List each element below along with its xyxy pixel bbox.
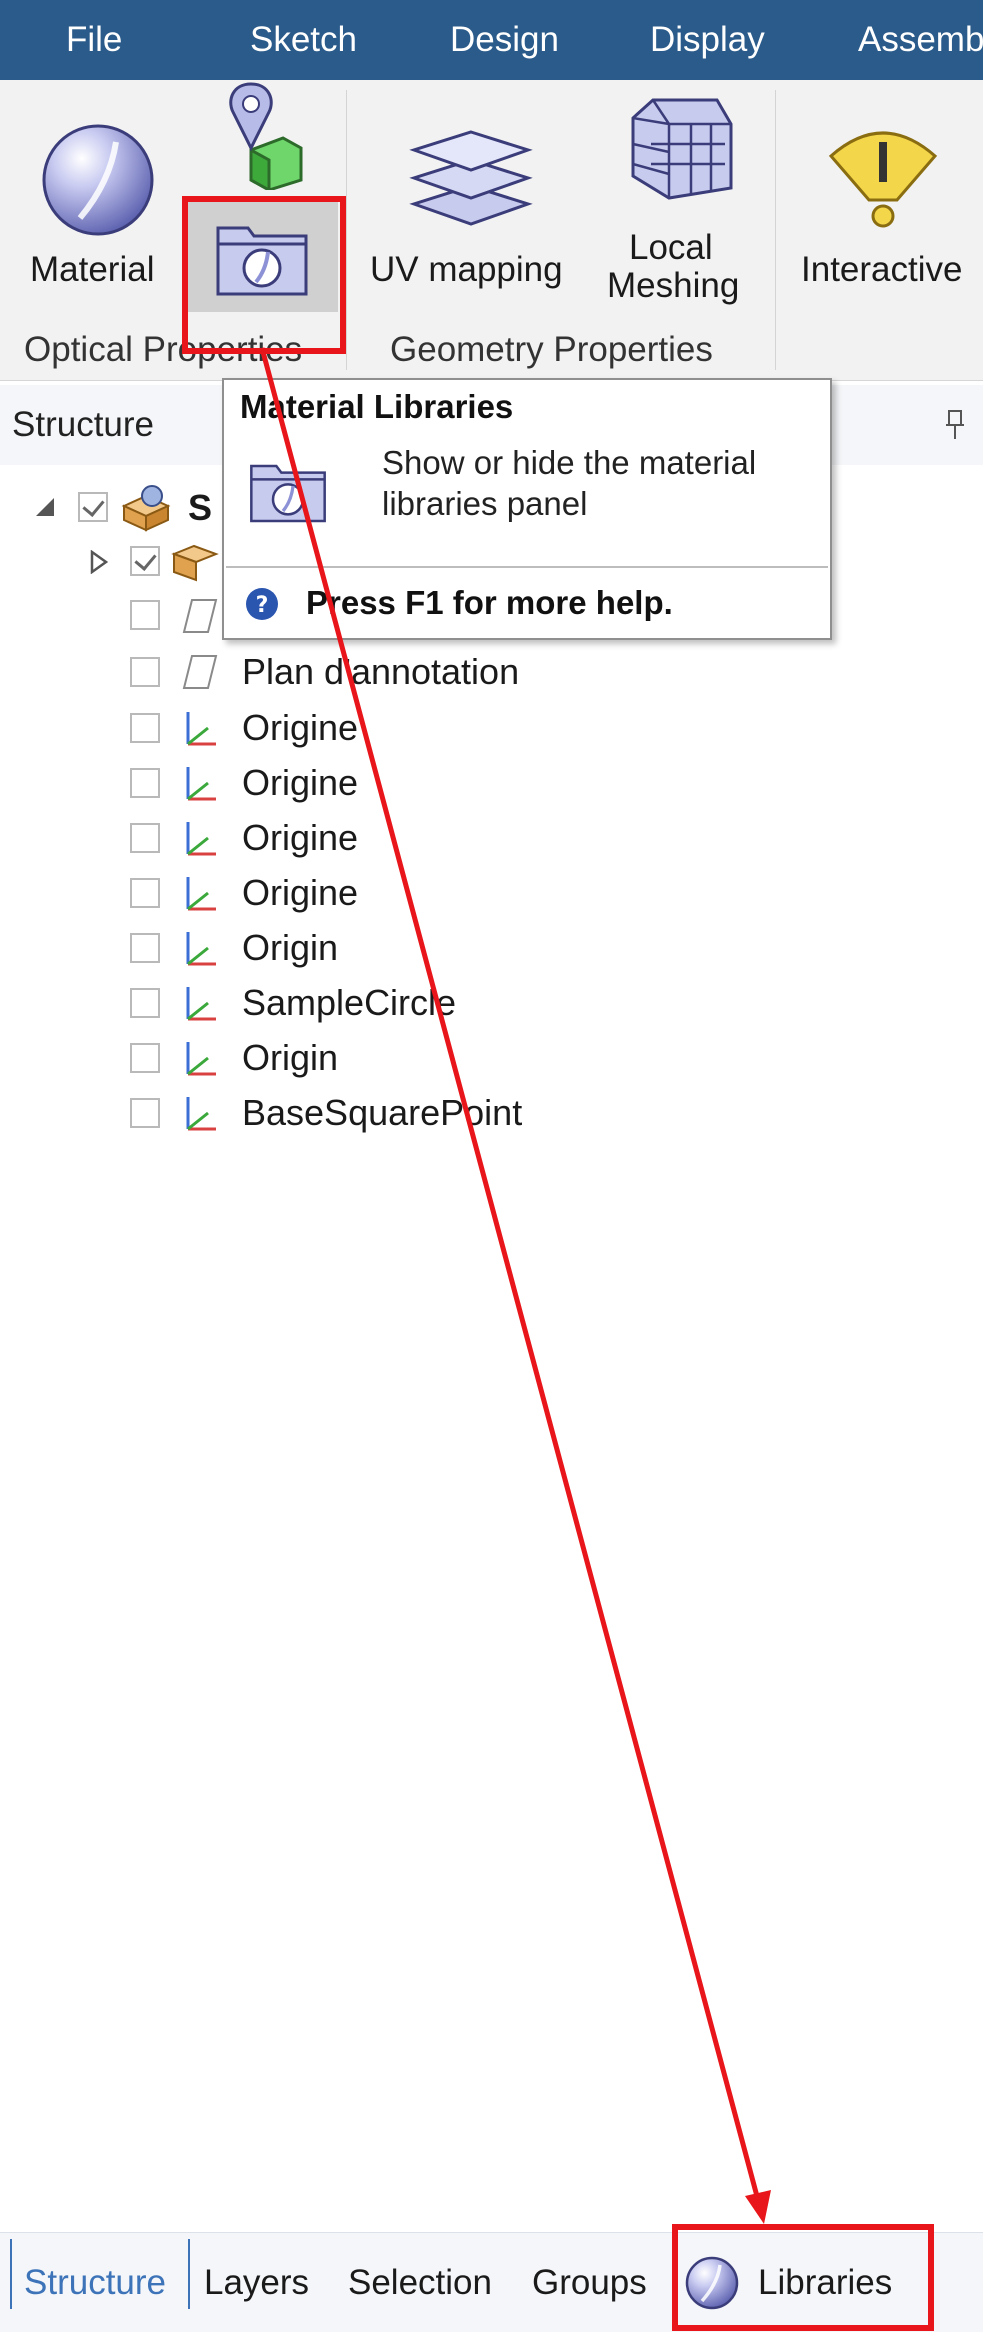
- axis-system-icon: [186, 987, 216, 1021]
- tab-structure[interactable]: Structure: [24, 2263, 166, 2303]
- tree-row[interactable]: Origine: [0, 702, 983, 754]
- tree-row-label: Origine: [242, 762, 359, 803]
- menu-design[interactable]: Design: [450, 0, 559, 80]
- assembly-icon: [121, 485, 171, 532]
- axis-system-icon: [186, 822, 216, 856]
- tree-row[interactable]: Origine: [0, 867, 983, 919]
- tree-row-checkbox[interactable]: [130, 823, 160, 853]
- uv-mapping-label: UV mapping: [370, 250, 563, 289]
- group-label-geometry: Geometry Properties: [390, 330, 713, 369]
- tree-row-checkbox[interactable]: [130, 713, 160, 743]
- tree-row[interactable]: Plan d'annotation: [0, 646, 983, 698]
- tree-row[interactable]: SampleCircle: [0, 977, 983, 1029]
- tree-row-checkbox[interactable]: [130, 933, 160, 963]
- tree-row-label: Origine: [242, 707, 359, 748]
- tooltip-help-text: Press F1 for more help.: [306, 584, 673, 621]
- ribbon-group-separator: [775, 90, 776, 370]
- axis-system-icon: [186, 1097, 216, 1131]
- material-libraries-tooltip: Material Libraries Show or hide the mate…: [222, 378, 832, 640]
- svg-text:?: ?: [256, 593, 269, 618]
- tree-row[interactable]: Origin: [0, 1032, 983, 1084]
- tree-row-label: Origine: [242, 872, 359, 913]
- menu-file[interactable]: File: [66, 0, 122, 80]
- local-meshing-label-line2: Meshing: [607, 266, 740, 305]
- tree-row-label: Origine: [242, 817, 359, 858]
- tree-row-label: Origin: [242, 927, 339, 968]
- tree-root-label: S: [188, 487, 213, 528]
- collapse-arrow-icon[interactable]: [34, 496, 56, 518]
- ribbon-group-separator: [346, 90, 347, 370]
- component-box-icon: [171, 544, 219, 582]
- menu-assembly[interactable]: Assemb: [858, 0, 983, 80]
- tree-row-label: BaseSquarePoint: [242, 1092, 523, 1133]
- interactive-warning-icon: [828, 131, 938, 228]
- axis-system-icon: [186, 712, 216, 746]
- tab-selection[interactable]: Selection: [348, 2263, 492, 2303]
- tree-row-checkbox[interactable]: [130, 1098, 160, 1128]
- tree-row-label: Origin: [242, 1037, 339, 1078]
- material-libraries-icon: [250, 464, 326, 523]
- tree-component-checkbox[interactable]: [130, 546, 160, 576]
- local-meshing-button[interactable]: Local Meshing: [595, 80, 765, 320]
- plane-icon: [182, 599, 218, 633]
- tab-layers[interactable]: Layers: [204, 2263, 309, 2303]
- structure-panel-title: Structure: [12, 405, 154, 444]
- active-tab-indicator: [10, 2239, 12, 2309]
- tooltip-title: Material Libraries: [240, 388, 514, 425]
- ribbon: Material UV mapping Local Meshing Intera…: [0, 80, 983, 381]
- tree-row-checkbox[interactable]: [130, 878, 160, 908]
- axis-system-icon: [186, 877, 216, 911]
- pin-icon[interactable]: [945, 409, 965, 441]
- tree-row-checkbox[interactable]: [130, 600, 160, 630]
- tree-row-label: Plan d'annotation: [242, 651, 520, 692]
- geometry-locate-button[interactable]: [195, 80, 305, 190]
- tree-row[interactable]: Origin: [0, 922, 983, 974]
- tree-row-checkbox[interactable]: [130, 988, 160, 1018]
- tree-row[interactable]: BaseSquarePoint: [0, 1087, 983, 1139]
- tree-row[interactable]: Origine: [0, 812, 983, 864]
- menu-display[interactable]: Display: [650, 0, 765, 80]
- tree-row-checkbox[interactable]: [130, 768, 160, 798]
- material-sphere-icon: [42, 124, 154, 236]
- tree-row-label: SampleCircle: [242, 982, 457, 1023]
- menu-sketch[interactable]: Sketch: [250, 0, 357, 80]
- tree-row-checkbox[interactable]: [130, 657, 160, 687]
- highlight-box-libraries-tab: [672, 2224, 934, 2331]
- tooltip-divider: [226, 566, 828, 568]
- tooltip-description: Show or hide the material libraries pane…: [382, 444, 757, 522]
- tree-root-checkbox[interactable]: [78, 492, 108, 522]
- axis-system-icon: [186, 932, 216, 966]
- expand-arrow-icon[interactable]: [90, 550, 108, 574]
- tree-row[interactable]: Origine: [0, 757, 983, 809]
- active-tab-indicator: [188, 2239, 190, 2309]
- layers-icon: [409, 130, 533, 226]
- uv-mapping-button[interactable]: UV mapping: [350, 80, 590, 320]
- local-meshing-label-line1: Local: [629, 228, 713, 267]
- help-icon: ?: [246, 588, 278, 620]
- menu-bar: File Sketch Design Display Assemb: [0, 0, 983, 80]
- material-label: Material: [30, 250, 155, 289]
- mesh-icon: [631, 98, 733, 200]
- highlight-box-ribbon-button: [182, 196, 346, 354]
- axis-system-icon: [186, 767, 216, 801]
- interactive-label: Interactive: [801, 250, 963, 289]
- tree-row-checkbox[interactable]: [130, 1043, 160, 1073]
- axis-system-icon: [186, 1042, 216, 1076]
- tab-groups[interactable]: Groups: [532, 2263, 647, 2303]
- material-button[interactable]: Material: [0, 80, 200, 320]
- interactive-button[interactable]: Interactive: [785, 80, 983, 320]
- location-box-icon: [229, 82, 303, 190]
- plane-icon: [182, 655, 218, 689]
